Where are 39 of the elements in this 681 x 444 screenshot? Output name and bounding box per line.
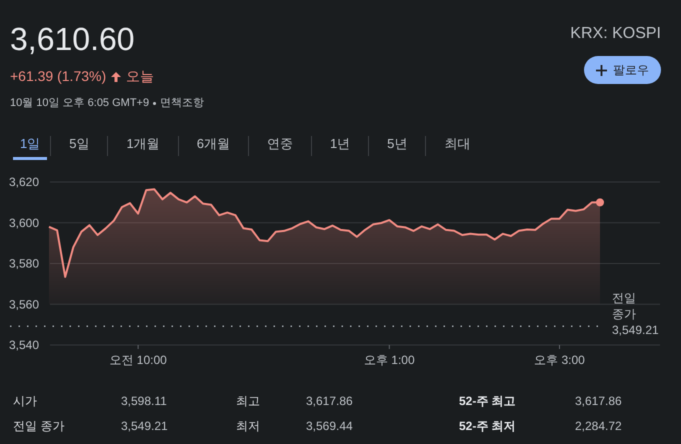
y-axis-label: 3,580 (9, 256, 40, 270)
stat-label: 52-주 최고 (459, 392, 517, 410)
last-price-dot (596, 198, 604, 206)
stat-value: 3,569.44 (306, 418, 354, 434)
x-axis-label: 오후 1:00 (364, 352, 415, 366)
y-axis-label: 3,600 (9, 215, 40, 230)
range-tab[interactable]: 1개월 (108, 132, 178, 160)
range-tab[interactable]: 1일 (13, 132, 48, 160)
x-axis-label: 오후 3:00 (534, 352, 585, 366)
range-tab[interactable]: 최대 (426, 132, 488, 160)
disclaimer-link[interactable]: 면책조항 (160, 95, 204, 112)
stat-label: 52-주 최저 (459, 418, 517, 434)
exchange-symbol: KRX: KOSPI (570, 24, 661, 44)
stat-label: 최저 (236, 418, 261, 434)
stat-value: 3,598.11 (121, 392, 168, 410)
y-axis-label: 3,560 (9, 296, 40, 311)
y-axis-label: 3,540 (9, 338, 40, 352)
price: 3,610.60 (10, 20, 136, 58)
arrow-icon (110, 70, 122, 82)
previous-close-label: 전일 종가 3,549.21 (612, 290, 659, 337)
range-tab[interactable]: 6개월 (178, 132, 248, 160)
follow-button[interactable]: 팔로우 (584, 56, 661, 84)
period-label: 오늘 (126, 67, 154, 86)
timestamp: 10월 10일 오후 6:05 GMT+9 (10, 96, 150, 111)
stat-value: 2,284.72 (575, 418, 623, 434)
range-tab[interactable]: 5년 (369, 132, 426, 160)
price-change: +61.39 (1.73%) (10, 67, 106, 86)
stat-label: 시가 (13, 392, 38, 410)
plus-icon (596, 64, 607, 76)
y-axis-label: 3,620 (9, 174, 40, 188)
stat-value: 3,549.21 (121, 418, 169, 434)
stat-label: 전일 종가 (13, 418, 66, 434)
range-tab[interactable]: 1년 (312, 132, 368, 160)
stat-label: 최고 (236, 392, 261, 410)
range-tab[interactable]: 연중 (248, 132, 311, 160)
range-tab[interactable]: 5일 (51, 132, 108, 160)
x-axis-label: 오전 10:00 (109, 352, 167, 366)
stat-value: 3,617.86 (575, 392, 623, 410)
stat-value: 3,617.86 (306, 392, 354, 410)
